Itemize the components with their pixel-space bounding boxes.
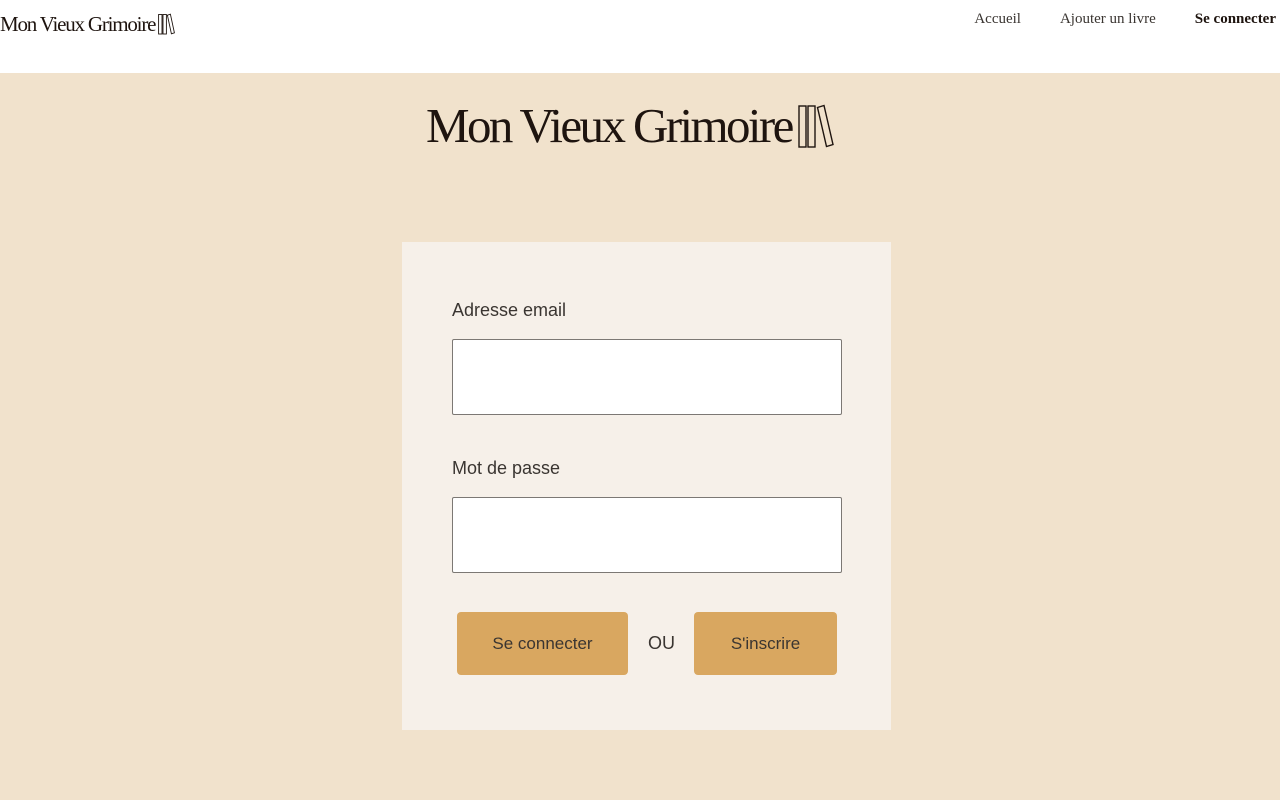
header-logo[interactable]: Mon Vieux Grimoire	[0, 11, 176, 37]
top-navbar: Mon Vieux Grimoire Accueil Ajouter un li…	[0, 0, 1280, 73]
or-separator: OU	[648, 633, 675, 653]
password-field[interactable]	[452, 497, 842, 573]
books-icon	[798, 104, 834, 148]
main-nav: Accueil Ajouter un livre Se connecter	[935, 10, 1276, 28]
nav-link-ajouter-livre[interactable]: Ajouter un livre	[1060, 10, 1156, 28]
nav-link-accueil[interactable]: Accueil	[974, 10, 1021, 28]
hero-logo-text: Mon Vieux Grimoire	[426, 98, 794, 153]
email-field[interactable]	[452, 339, 842, 415]
email-label: Adresse email	[452, 300, 567, 320]
password-label: Mot de passe	[452, 458, 561, 478]
signup-button[interactable]: S'inscrire	[694, 612, 837, 675]
header-logo-text: Mon Vieux Grimoire	[0, 12, 156, 36]
books-icon	[158, 13, 176, 35]
nav-link-se-connecter[interactable]: Se connecter	[1195, 10, 1276, 28]
login-button[interactable]: Se connecter	[457, 612, 628, 675]
login-card: Adresse email Mot de passe Se connecter …	[402, 242, 891, 730]
hero-logo: Mon Vieux Grimoire	[426, 98, 834, 154]
